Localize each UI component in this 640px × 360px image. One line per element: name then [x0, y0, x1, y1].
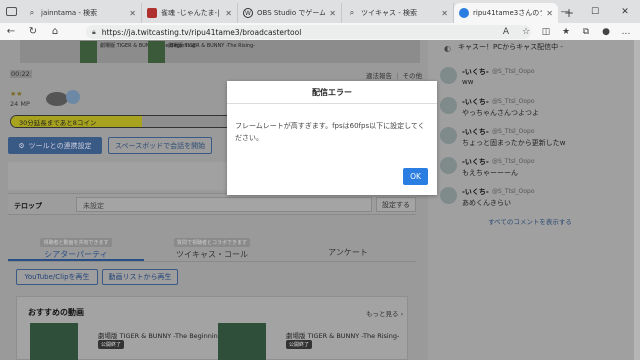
lock-icon: 🔒︎ [92, 27, 96, 36]
maximize-icon[interactable]: ☐ [580, 0, 610, 23]
twitcasting-icon [459, 8, 469, 18]
url-bar[interactable]: 🔒︎ https://ja.twitcasting.tv/ripu41tame3… [86, 25, 531, 39]
tab-twitcasting-live[interactable]: ripu41tame3さんのライブ配信 ✕ [454, 3, 558, 23]
read-aloud-icon[interactable]: A [496, 27, 516, 37]
window-menu-icon[interactable] [0, 0, 22, 23]
dialog-message: フレームレートが高すぎます。fpsは60fps以下に設定してください。 [235, 122, 425, 142]
url-text: https://ja.twitcasting.tv/ripu41tame3/br… [101, 27, 302, 37]
window-controls: — ☐ ✕ [550, 0, 640, 23]
split-screen-icon[interactable]: ◫ [536, 27, 556, 37]
close-window-icon[interactable]: ✕ [610, 0, 640, 23]
dialog-title: 配信エラー [312, 88, 352, 97]
profile-icon[interactable]: ● [596, 27, 616, 37]
tab-search-twitcasting[interactable]: ⌕ ツイキャス - 検索 ✕ [342, 3, 454, 23]
more-icon[interactable]: … [616, 27, 636, 37]
favorites-icon[interactable]: ★ [556, 27, 576, 37]
reload-icon[interactable]: ↻ [22, 23, 44, 40]
mahjong-icon [147, 8, 157, 18]
search-icon: ⌕ [349, 8, 355, 17]
close-icon[interactable]: ✕ [441, 9, 448, 18]
ok-button[interactable]: OK [403, 168, 428, 185]
home-icon[interactable]: ⌂ [44, 23, 66, 40]
browser-tab-strip: ⌕ jainntama - 検索 ✕ 雀魂 -じゃんたま-| 麻雀を無料で ✕ … [0, 0, 640, 23]
browser-toolbar-icons: A ☆ ◫ ★ ⧉ ● … [496, 23, 636, 40]
search-icon: ⌕ [29, 8, 35, 17]
dialog-divider [227, 103, 437, 104]
collections-icon[interactable]: ⧉ [576, 27, 596, 37]
close-icon[interactable]: ✕ [329, 9, 336, 18]
favorite-star-icon[interactable]: ☆ [516, 27, 536, 37]
address-toolbar: ← ↻ ⌂ 🔒︎ https://ja.twitcasting.tv/ripu4… [0, 23, 640, 40]
wordpress-icon: W [243, 8, 253, 18]
close-icon[interactable]: ✕ [225, 9, 232, 18]
tab-search-jainntama[interactable]: ⌕ jainntama - 検索 ✕ [22, 3, 142, 23]
tab-obs-article[interactable]: W OBS Studio でゲームのデスクトップ ✕ [238, 3, 342, 23]
tab-mahjong[interactable]: 雀魂 -じゃんたま-| 麻雀を無料で ✕ [142, 3, 238, 23]
minimize-icon[interactable]: — [550, 0, 580, 23]
close-icon[interactable]: ✕ [129, 9, 136, 18]
error-dialog: 配信エラー フレームレートが高すぎます。fpsは60fps以下に設定してください… [227, 81, 437, 195]
back-icon[interactable]: ← [0, 23, 22, 40]
